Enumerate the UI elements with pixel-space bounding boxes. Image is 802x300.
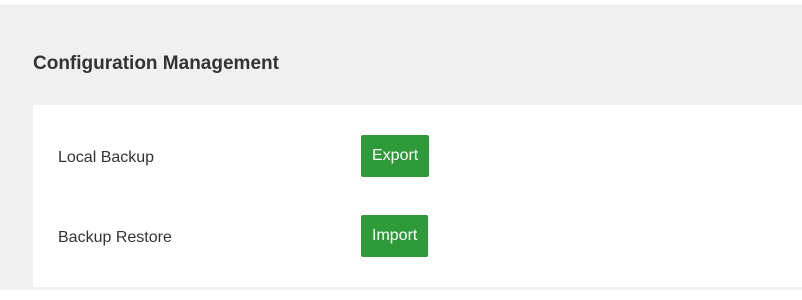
import-button[interactable]: Import (361, 215, 429, 257)
backup-restore-label: Backup Restore (58, 229, 172, 246)
bottom-strip (0, 290, 802, 300)
top-divider (0, 0, 802, 6)
panel-body: Local Backup Export Backup Restore Impor… (33, 105, 802, 287)
export-button[interactable]: Export (361, 135, 430, 177)
config-management-panel: Configuration Management Local Backup Ex… (9, 26, 802, 300)
local-backup-label: Local Backup (58, 149, 155, 166)
panel-title: Configuration Management (33, 53, 279, 74)
